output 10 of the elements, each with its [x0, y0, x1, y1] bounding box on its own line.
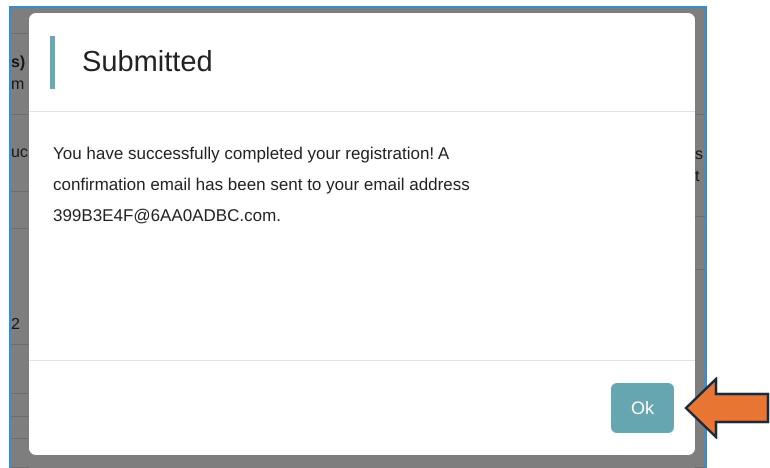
background-text: s) — [11, 53, 26, 73]
background-text: uc — [11, 143, 28, 163]
background-text: s — [695, 144, 703, 164]
background-text: t — [695, 166, 700, 186]
ok-button[interactable]: Ok — [611, 383, 674, 433]
dialog-message: You have successfully completed your registration! A confirmation email has been sent to your email address 399B3E4F@6AA0ADBC.com. — [53, 143, 471, 227]
background-text: 2 — [11, 315, 20, 335]
accent-bar — [50, 36, 55, 88]
dialog-title: Submitted — [82, 46, 213, 78]
background-text: m — [11, 75, 24, 95]
